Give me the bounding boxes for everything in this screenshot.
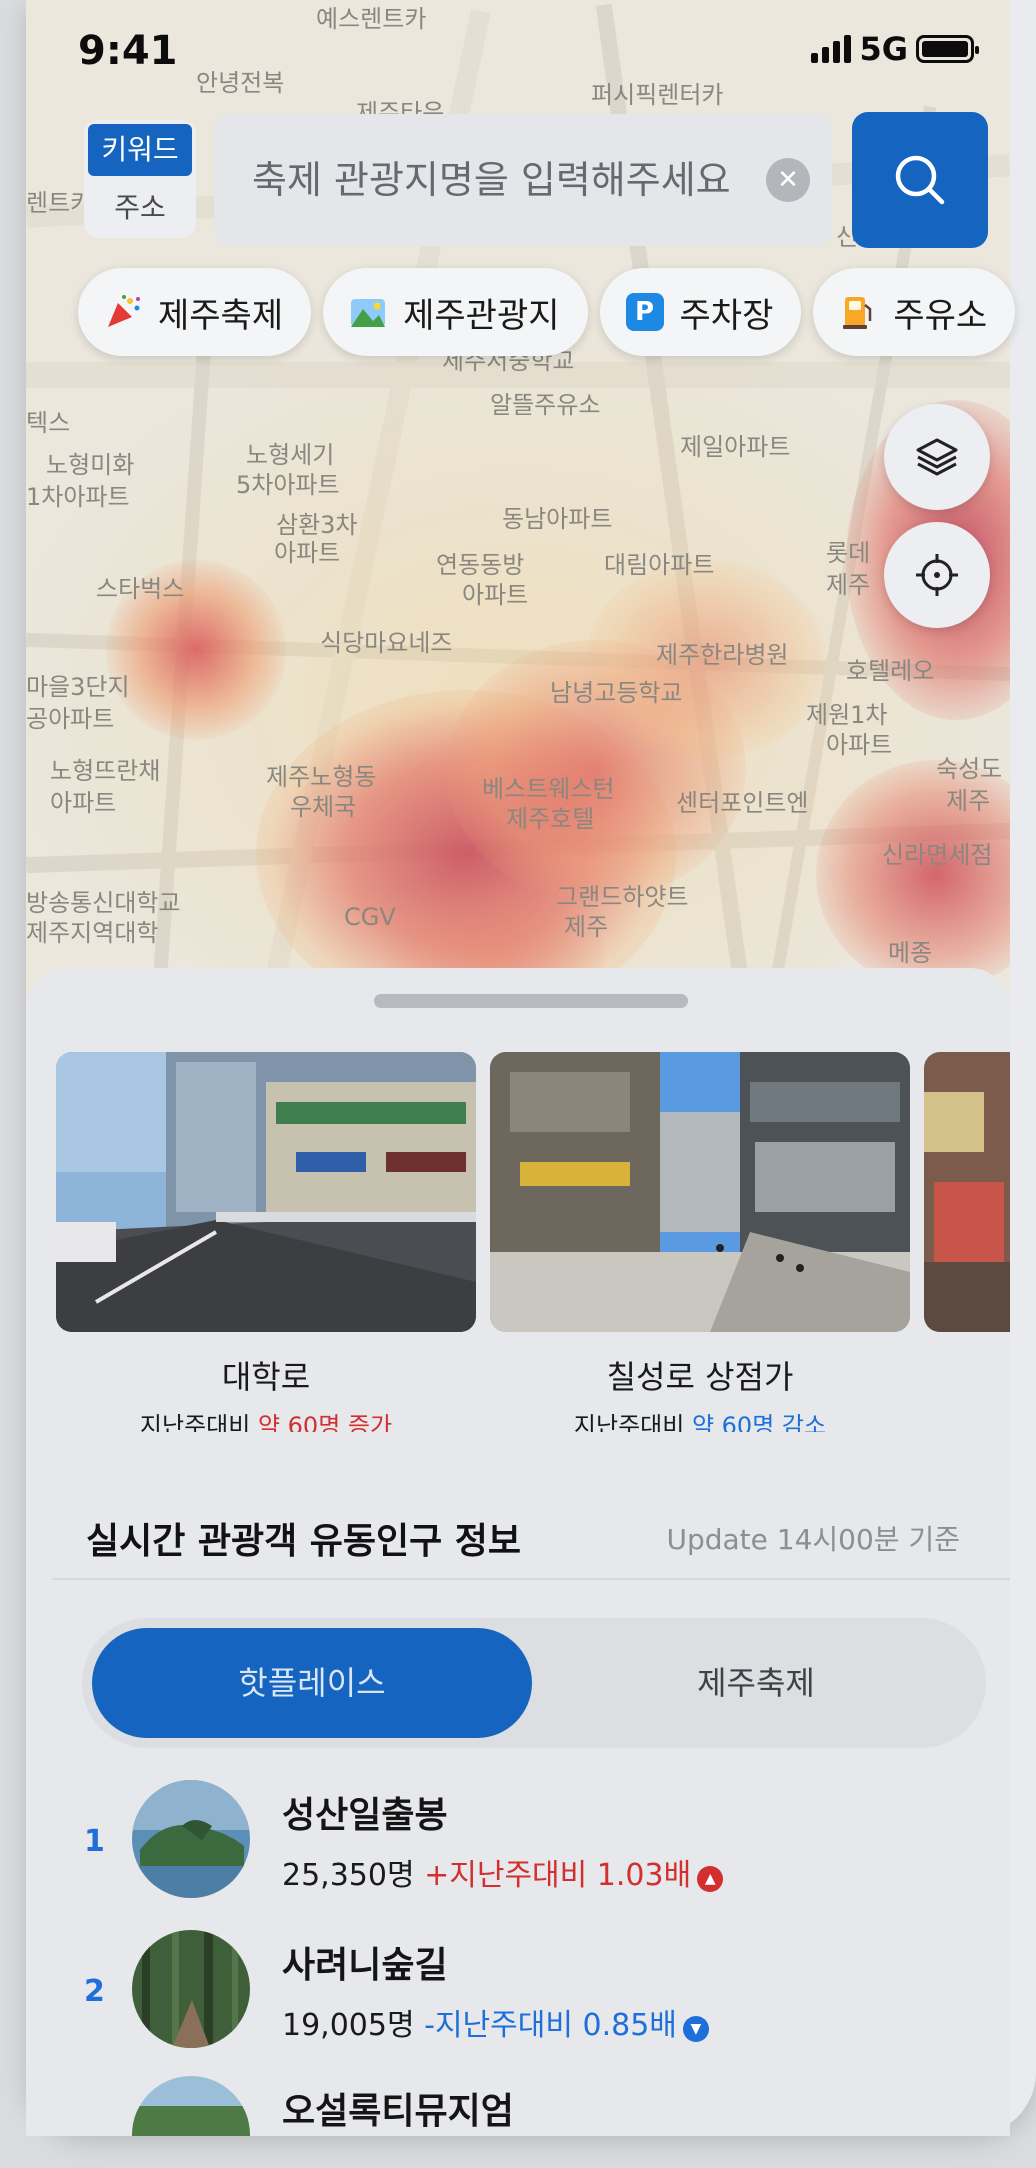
chip-jeju-festival[interactable]: 제주축제	[78, 268, 312, 356]
ranking-tabs: 핫플레이스 제주축제	[82, 1618, 986, 1748]
decrease-icon: ▼	[682, 2016, 709, 2042]
place-photo	[924, 1052, 1010, 1332]
search-icon	[895, 155, 945, 205]
chip-jeju-attractions[interactable]: 제주관광지	[323, 268, 588, 356]
search-box[interactable]: ✕	[214, 114, 832, 246]
layers-icon	[916, 438, 958, 476]
place-card[interactable]: 칠성로 상점가 지난주대비 약 60명 감소	[490, 1052, 910, 1432]
ranking-row[interactable]: 1 성산일출봉 25,350명 +지난주대비 1.03배 ▲	[26, 1780, 1010, 1910]
status-indicators: 5G	[811, 30, 979, 68]
chip-label: 제주관광지	[403, 295, 560, 336]
chip-label: 주차장	[679, 295, 774, 336]
map-layers-button[interactable]	[884, 404, 990, 510]
mode-keyword-button[interactable]: 키워드	[88, 124, 192, 176]
place-thumbnail	[132, 1930, 250, 2048]
battery-icon	[916, 35, 979, 63]
ranking-row[interactable]: 오설록티뮤지엄	[26, 2076, 1010, 2136]
place-stat: 25,350명 +지난주대비 1.03배 ▲	[282, 1850, 724, 1894]
clear-icon[interactable]: ✕	[766, 158, 810, 202]
search-button[interactable]	[852, 112, 988, 248]
search-mode-toggle[interactable]: 키워드 주소	[84, 120, 196, 238]
crosshair-icon	[916, 554, 958, 596]
place-change: 지난주대비 약 60명 증가	[139, 1412, 393, 1432]
place-name: 칠성로 상점가	[606, 1358, 794, 1396]
bottom-sheet[interactable]: 대학로 지난주대비 약 60명 증가 칠성로 상점가 지난주대비 약 60명 감…	[26, 968, 1010, 2136]
place-name: 성산일출봉	[282, 1795, 448, 1836]
chip-gas-station[interactable]: 주유소	[813, 268, 1016, 356]
place-stat: 19,005명 -지난주대비 0.85배 ▼	[282, 2000, 709, 2044]
place-carousel[interactable]: 대학로 지난주대비 약 60명 증가 칠성로 상점가 지난주대비 약 60명 감…	[56, 1052, 1010, 1432]
place-change: 지난주대비 약 60명 감소	[573, 1412, 827, 1432]
place-photo	[490, 1052, 910, 1332]
rank-number: 1	[84, 1824, 105, 1859]
place-photo	[56, 1052, 476, 1332]
tab-hotplace[interactable]: 핫플레이스	[92, 1628, 532, 1738]
mode-address-button[interactable]: 주소	[84, 180, 196, 236]
current-location-button[interactable]	[884, 522, 990, 628]
place-thumbnail	[132, 1780, 250, 1898]
landscape-icon	[351, 299, 386, 327]
place-name: 오설록티뮤지엄	[282, 2091, 514, 2132]
fuel-pump-icon	[843, 297, 872, 329]
category-chips: 제주축제 제주관광지 P 주차장 주유소	[78, 268, 1016, 356]
place-name: 사려니숲길	[282, 1945, 448, 1986]
place-card[interactable]	[924, 1052, 1010, 1332]
parking-icon: P	[625, 293, 664, 331]
tab-jeju-festival[interactable]: 제주축제	[536, 1628, 976, 1738]
place-name: 대학로	[221, 1358, 311, 1396]
realtime-section-title: 실시간 관광객 유동인구 정보	[86, 1521, 522, 1562]
place-thumbnail	[132, 2076, 250, 2136]
sheet-drag-handle[interactable]	[374, 994, 688, 1008]
signal-icon	[811, 35, 852, 63]
update-time: Update 14시00분 기준	[666, 1523, 960, 1556]
chip-parking[interactable]: P 주차장	[599, 268, 802, 356]
increase-icon: ▲	[697, 1866, 724, 1892]
search-input[interactable]	[252, 158, 766, 202]
party-popper-icon	[108, 295, 140, 327]
ranking-row[interactable]: 2 사려니숲길 19,005명 -지난주대비 0.85배 ▼	[26, 1930, 1010, 2060]
divider	[52, 1578, 1010, 1580]
rank-number: 2	[84, 1974, 105, 2009]
chip-label: 제주축제	[158, 295, 284, 336]
chip-label: 주유소	[893, 295, 988, 336]
place-card[interactable]: 대학로 지난주대비 약 60명 증가	[56, 1052, 476, 1432]
network-label: 5G	[859, 30, 908, 68]
status-time: 9:41	[78, 28, 178, 74]
